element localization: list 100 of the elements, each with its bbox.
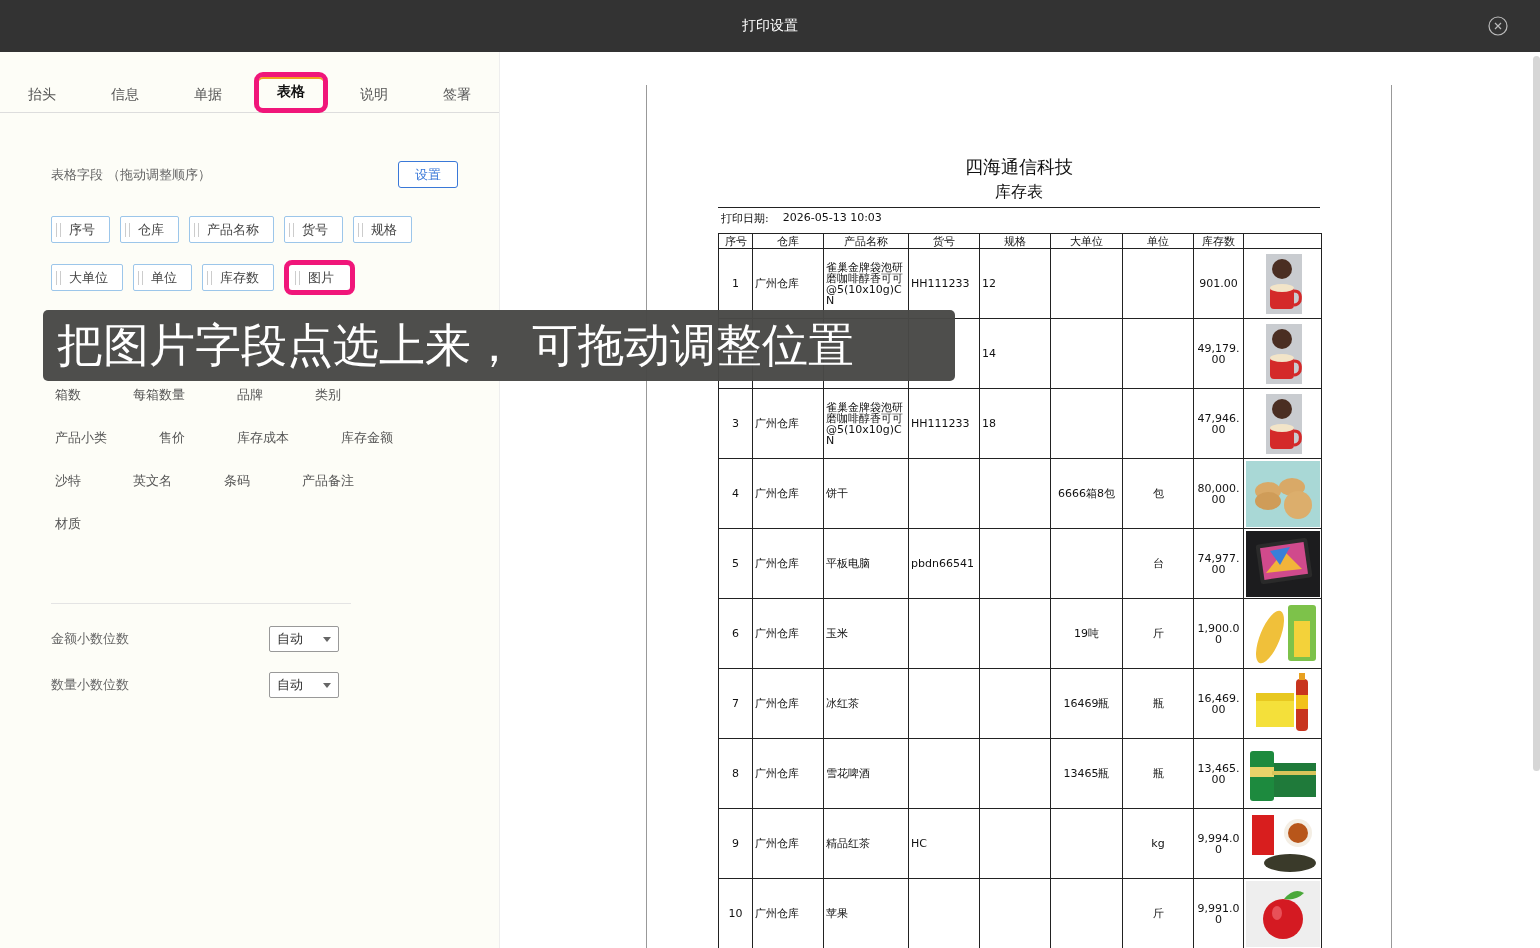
document-title: 库存表 xyxy=(994,181,1044,203)
table-cell: 18 xyxy=(979,388,1051,459)
table-cell: 冰红茶 xyxy=(823,668,909,739)
column-header: 货号 xyxy=(908,233,980,249)
column-header: 单位 xyxy=(1122,233,1194,249)
field-chip[interactable]: 仓库 xyxy=(120,216,179,243)
column-header: 序号 xyxy=(718,233,753,249)
tab[interactable]: 说明 xyxy=(354,82,395,113)
tab[interactable]: 信息 xyxy=(104,82,145,113)
decimal-select[interactable]: 自动 xyxy=(269,672,339,698)
available-field[interactable]: 箱数 xyxy=(55,386,81,404)
table-cell: 7 xyxy=(718,668,753,739)
table-cell: 台 xyxy=(1122,528,1194,599)
table-cell: 10 xyxy=(718,878,753,948)
column-header: 规格 xyxy=(979,233,1051,249)
table-cell: 80,000.00 xyxy=(1193,458,1244,529)
caret-icon xyxy=(323,682,331,688)
field-chip[interactable]: 产品名称 xyxy=(189,216,274,243)
close-button[interactable] xyxy=(1488,16,1508,36)
available-field[interactable]: 库存金额 xyxy=(341,429,393,447)
table-cell: 13,465.00 xyxy=(1193,738,1244,809)
table-cell: 3 xyxy=(718,388,753,459)
tab[interactable]: 抬头 xyxy=(21,82,62,113)
table-cell: 49,179.00 xyxy=(1193,318,1244,389)
table-cell: 玉米 xyxy=(823,598,909,669)
table-cell: 9,994.00 xyxy=(1193,808,1244,879)
field-chip[interactable]: 库存数 xyxy=(202,264,274,291)
caret-icon xyxy=(323,636,331,642)
available-field[interactable]: 材质 xyxy=(55,515,81,533)
table-cell: 13465瓶 xyxy=(1050,738,1123,809)
table-cell: 16,469.00 xyxy=(1193,668,1244,739)
table-cell: HH111233 xyxy=(908,388,980,459)
table-cell: 6 xyxy=(718,598,753,669)
table-cell: 47,946.00 xyxy=(1193,388,1244,459)
table-cell: 901.00 xyxy=(1193,248,1244,319)
table-cell: 雪花啤酒 xyxy=(823,738,909,809)
decimal-select[interactable]: 自动 xyxy=(269,626,339,652)
table-cell: kg xyxy=(1122,808,1194,879)
table-cell: 19吨 xyxy=(1050,598,1123,669)
tab[interactable]: 表格 xyxy=(254,72,329,113)
table-cell: 广州仓库 xyxy=(752,528,824,599)
table-cell: pbdn66541 xyxy=(908,528,980,599)
table-cell: HC xyxy=(908,808,980,879)
company-name: 四海通信科技 xyxy=(964,155,1074,179)
print-date: 2026-05-13 10:03 xyxy=(782,211,882,226)
available-field[interactable]: 沙特 xyxy=(55,472,81,490)
scrollbar[interactable] xyxy=(1533,56,1540,771)
available-field[interactable]: 产品小类 xyxy=(55,429,107,447)
table-cell: 广州仓库 xyxy=(752,668,824,739)
field-chip[interactable]: 序号 xyxy=(51,216,110,243)
column-header: 仓库 xyxy=(752,233,824,249)
table-cell: 广州仓库 xyxy=(752,738,824,809)
table-cell: 广州仓库 xyxy=(752,388,824,459)
table-cell: 苹果 xyxy=(823,878,909,948)
table-cell: 8 xyxy=(718,738,753,809)
tab[interactable]: 签署 xyxy=(437,82,478,113)
available-field[interactable]: 库存成本 xyxy=(237,429,289,447)
table-cell: 平板电脑 xyxy=(823,528,909,599)
field-chip[interactable]: 大单位 xyxy=(51,264,123,291)
column-header: 库存数 xyxy=(1193,233,1244,249)
table-fields-label: 表格字段 （拖动调整顺序） xyxy=(51,165,212,184)
field-chip[interactable]: 单位 xyxy=(133,264,192,291)
table-cell: 斤 xyxy=(1122,598,1194,669)
column-header: 产品名称 xyxy=(823,233,909,249)
table-cell: 14 xyxy=(979,318,1051,389)
table-cell: 1,900.00 xyxy=(1193,598,1244,669)
window-title: 打印设置 xyxy=(742,17,798,35)
table-cell: 74,977.00 xyxy=(1193,528,1244,599)
decimal-label: 金额小数位数 xyxy=(51,630,129,648)
available-field[interactable]: 每箱数量 xyxy=(133,386,185,404)
available-field[interactable]: 类别 xyxy=(315,386,341,404)
field-chip[interactable]: 规格 xyxy=(353,216,412,243)
field-chip[interactable]: 图片 xyxy=(284,260,355,295)
table-cell: 广州仓库 xyxy=(752,808,824,879)
video-caption: 把图片字段点选上来， 可拖动调整位置 xyxy=(43,310,955,381)
table-cell: 12 xyxy=(979,248,1051,319)
column-header: 大单位 xyxy=(1050,233,1123,249)
date-label: 打印日期: xyxy=(721,211,769,227)
field-chip[interactable]: 货号 xyxy=(284,216,343,243)
available-field[interactable]: 售价 xyxy=(159,429,185,447)
table-cell: 6666箱8包 xyxy=(1050,458,1123,529)
table-cell: 精品红茶 xyxy=(823,808,909,879)
table-cell: 广州仓库 xyxy=(752,878,824,948)
table-cell: 5 xyxy=(718,528,753,599)
table-cell: 饼干 xyxy=(823,458,909,529)
table-cell: 4 xyxy=(718,458,753,529)
table-cell: 广州仓库 xyxy=(752,458,824,529)
close-icon xyxy=(1488,16,1508,36)
table-cell: 雀巢金牌袋泡研磨咖啡醇香可可@5(10x10g)CN xyxy=(823,388,909,459)
table-cell: 瓶 xyxy=(1122,738,1194,809)
tab[interactable]: 单据 xyxy=(187,82,228,113)
table-cell: 广州仓库 xyxy=(752,598,824,669)
settings-button[interactable]: 设置 xyxy=(398,161,458,188)
available-field[interactable]: 品牌 xyxy=(237,386,263,404)
table-cell: 16469瓶 xyxy=(1050,668,1123,739)
decimal-label: 数量小数位数 xyxy=(51,676,129,694)
available-field[interactable]: 条码 xyxy=(224,472,250,490)
available-field[interactable]: 产品备注 xyxy=(302,472,354,490)
available-field[interactable]: 英文名 xyxy=(133,472,172,490)
table-cell: 瓶 xyxy=(1122,668,1194,739)
